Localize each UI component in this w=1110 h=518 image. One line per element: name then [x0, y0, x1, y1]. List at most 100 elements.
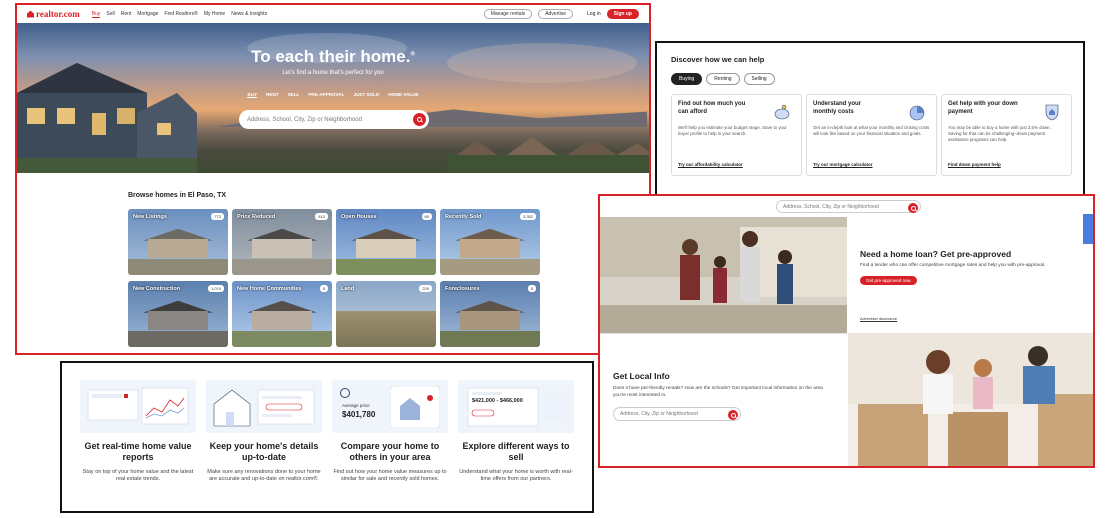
feature-body: Stay on top of your home value and the l… [82, 468, 194, 483]
afford-card: Find out how much you can afford We'll h… [671, 94, 802, 176]
browse-grid: New Listings 772 Price Reduced 412 Open … [128, 209, 540, 347]
nav-link-find-realtors[interactable]: Find Realtors® [164, 11, 197, 18]
advertiser-disclosure-link[interactable]: Advertiser disclosure [860, 316, 897, 321]
search-placeholder: Address, City, Zip or Neighborhood [620, 411, 698, 417]
top-nav: realtor.com Buy Sell Rent Mortgage Find … [17, 5, 649, 23]
loan-local-panel: Address, School, City, Zip or Neighborho… [598, 194, 1095, 468]
tile-label: New Home Communities [237, 286, 302, 292]
tab-buy[interactable]: BUY [247, 92, 258, 98]
tile-price-reduced[interactable]: Price Reduced 412 [232, 209, 332, 275]
feedback-tab[interactable] [1083, 214, 1093, 244]
compare-homes-illustration: Average price $401,780 [332, 380, 448, 433]
local-search-input[interactable]: Address, City, Zip or Neighborhood [613, 407, 741, 421]
nav-link-rent[interactable]: Rent [121, 11, 132, 18]
tab-selling[interactable]: Selling [743, 73, 775, 85]
manage-rentals-button[interactable]: Manage rentals [483, 9, 533, 19]
search-icon [730, 412, 736, 418]
card-title: Understand your monthly costs [813, 101, 862, 115]
tile-count: 229 [419, 285, 432, 292]
local-info-body: Does it have pet-friendly rentals? How a… [613, 386, 823, 398]
hero-search-tabs: BUY RENT SELL PRE-APPROVAL JUST SOLD HOM… [17, 92, 649, 98]
tab-rent[interactable]: RENT [266, 92, 279, 98]
hero-title: To each their home.® [251, 47, 415, 66]
tile-label: New Construction [133, 286, 181, 292]
tile-label: Recently Sold [445, 214, 482, 220]
search-button[interactable] [728, 410, 738, 420]
nav-link-news[interactable]: News & Insights [231, 11, 267, 18]
mortgage-calculator-link[interactable]: Try our mortgage calculator [813, 162, 873, 167]
value-range: $421,000 - $466,000 [472, 398, 523, 404]
hero-section: To each their home.® Let's find a home t… [17, 23, 649, 173]
tile-new-listings[interactable]: New Listings 772 [128, 209, 228, 275]
homepage-panel: realtor.com Buy Sell Rent Mortgage Find … [15, 3, 651, 355]
card-body: Get an in-depth look at what your monthl… [813, 124, 930, 136]
tile-count: 772 [211, 213, 224, 220]
feature-title: Compare your home to others in your area [340, 441, 440, 463]
search-icon [910, 205, 916, 211]
discover-tabs: Buying Renting Selling [671, 73, 775, 85]
tile-label: Foreclosures [445, 286, 480, 292]
browse-title: Browse homes in El Paso, TX [128, 192, 227, 199]
signup-button[interactable]: Sign up [606, 9, 639, 19]
nav-right: Manage rentals Advertise Log in Sign up [483, 9, 639, 19]
feature-ways-to-sell: $421,000 - $466,000 Explore different wa… [458, 380, 574, 484]
average-price-label: Average price [342, 403, 370, 408]
preapproval-block: Need a home loan? Get pre-approved Find … [860, 249, 1046, 287]
tab-home-value[interactable]: HOME VALUE [388, 92, 418, 98]
tab-renting[interactable]: Renting [706, 73, 740, 85]
pie-chart-icon [909, 105, 925, 121]
discover-title: Discover how we can help [671, 55, 765, 64]
feature-title: Get real-time home value reports [84, 441, 192, 463]
search-placeholder: Address, School, City, Zip or Neighborho… [783, 203, 879, 210]
card-title: Find out how much you can afford [678, 101, 746, 115]
hero-house-image [17, 63, 197, 173]
family-moving-boxes-image [848, 334, 1093, 466]
hero-search-input[interactable]: Address, School, City, Zip or Neighborho… [239, 110, 429, 129]
tile-recently-sold[interactable]: Recently Sold 3,352 [440, 209, 540, 275]
search-button[interactable] [413, 113, 426, 126]
house-icon [340, 388, 350, 398]
logo-text: realtor.com [36, 9, 80, 19]
get-preapproved-button[interactable]: Get pre-approved now [860, 276, 917, 285]
feature-home-details: Keep your home's details up-to-date Make… [206, 380, 322, 484]
login-link[interactable]: Log in [587, 11, 601, 17]
tile-count: 3,352 [519, 213, 536, 220]
tab-just-sold[interactable]: JUST SOLD [354, 92, 380, 98]
nav-link-my-home[interactable]: My Home [204, 11, 225, 18]
sticky-search-input[interactable]: Address, School, City, Zip or Neighborho… [776, 200, 921, 213]
nav-links: Buy Sell Rent Mortgage Find Realtors® My… [91, 11, 267, 18]
tile-label: Land [341, 286, 355, 292]
affordability-calculator-link[interactable]: Try our affordability calculator [678, 162, 743, 167]
average-price-value: $401,780 [342, 410, 376, 419]
tile-open-houses[interactable]: Open Houses 60 [336, 209, 436, 275]
tab-pre-approval[interactable]: PRE-APPROVAL [308, 92, 344, 98]
search-placeholder: Address, School, City, Zip or Neighborho… [247, 116, 362, 123]
search-button[interactable] [908, 203, 918, 213]
card-body: We'll help you estimate your budget rang… [678, 124, 787, 136]
nav-link-buy[interactable]: Buy [91, 11, 101, 18]
local-info-title: Get Local Info [613, 371, 670, 381]
feature-home-value: Get real-time home value reports Stay on… [80, 380, 196, 484]
feature-title: Keep your home's details up-to-date [209, 441, 319, 463]
tile-new-construction[interactable]: New Construction 1,074 [128, 281, 228, 347]
hero-subtitle: Let's find a home that's perfect for you [282, 70, 384, 76]
tile-land[interactable]: Land 229 [336, 281, 436, 347]
tile-foreclosures[interactable]: Foreclosures 5 [440, 281, 540, 347]
shield-house-icon [1045, 104, 1059, 121]
tile-count: 412 [315, 213, 328, 220]
tab-buying[interactable]: Buying [671, 73, 703, 85]
tab-sell[interactable]: SELL [288, 92, 300, 98]
monthly-costs-card: Understand your monthly costs Get an in-… [806, 94, 937, 176]
tile-new-home-communities[interactable]: New Home Communities 5 [232, 281, 332, 347]
advertise-button[interactable]: Advertise [538, 9, 574, 19]
realtor-logo[interactable]: realtor.com [27, 9, 80, 19]
family-walking-image [600, 217, 847, 333]
preapproval-body: Find a lender who can offer competitive … [860, 263, 1046, 268]
tile-count: 5 [319, 285, 328, 292]
nav-link-mortgage[interactable]: Mortgage [137, 11, 158, 18]
feature-body: Make sure any renovations done to your h… [207, 468, 321, 483]
down-payment-help-link[interactable]: Find down payment help [948, 162, 1001, 167]
neighborhood-houses-image [447, 137, 649, 173]
feature-body: Understand what your home is worth with … [459, 468, 573, 483]
nav-link-sell[interactable]: Sell [106, 11, 114, 18]
